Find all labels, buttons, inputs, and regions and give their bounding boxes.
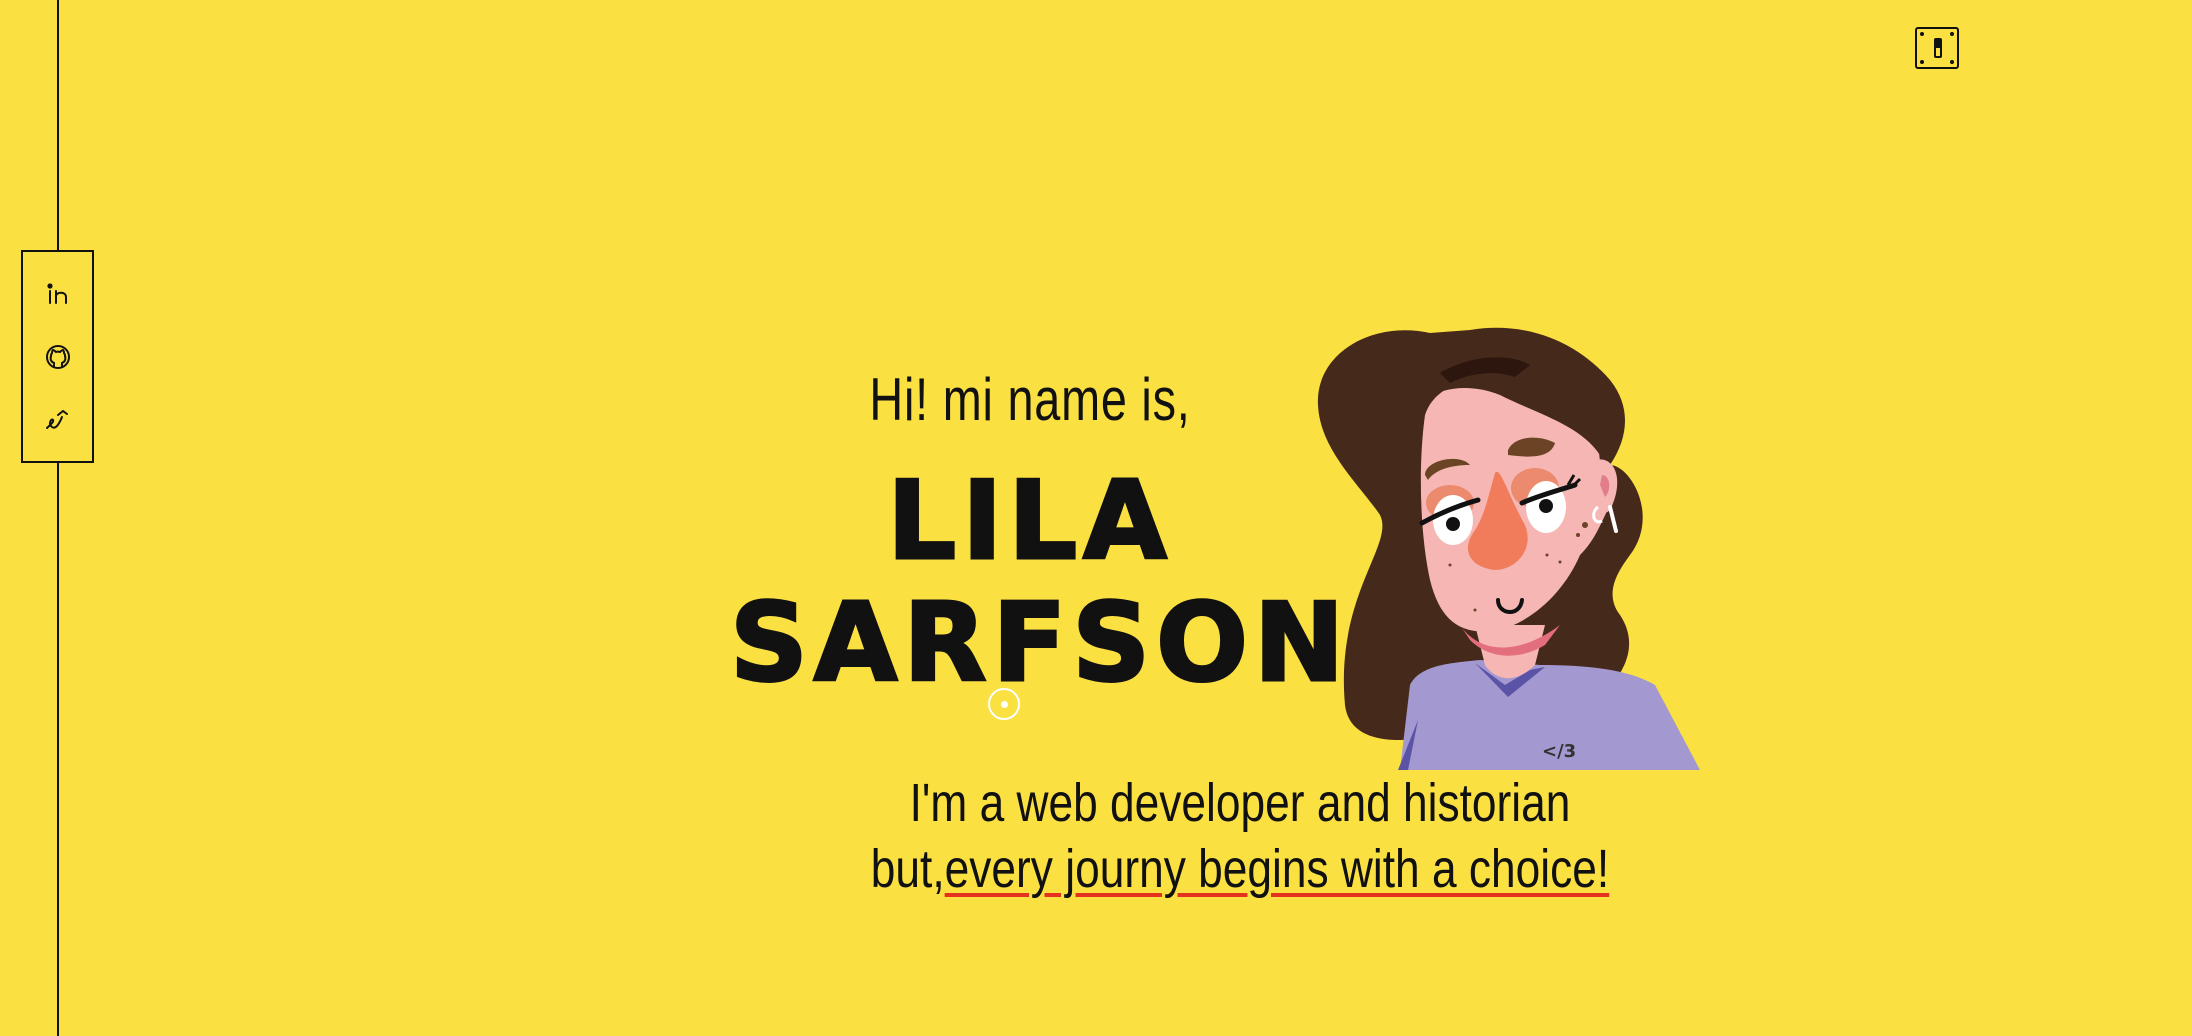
freckle [1545,553,1549,557]
right-pupil [1539,499,1553,513]
custom-cursor [988,688,1020,720]
greeting-text: Hi! mi name is, [869,366,1191,433]
social-links-panel [21,250,94,463]
last-name-title: SARFSON [729,581,1351,706]
linkedin-icon [46,282,67,304]
signature-icon [45,409,68,429]
tagline-text: I'm a web developer and historian but,ev… [830,770,1650,902]
left-pupil [1446,517,1460,531]
freckle [1576,533,1580,537]
first-name-title: LILA [886,459,1173,584]
light-switch-icon [1934,38,1942,58]
screw-dot [1950,32,1954,36]
freckle [1582,522,1588,528]
github-icon [45,344,70,369]
side-divider-line [57,0,59,1036]
screw-dot [1950,60,1954,64]
chin-dot [1473,608,1477,612]
hero-heading: Hi! mi name is, LILA SARFSON [729,366,1351,720]
portfolio-link[interactable] [38,400,78,440]
theme-toggle-switch[interactable] [1915,27,1959,69]
avatar-illustration: </3 [1317,327,1700,770]
linkedin-link[interactable] [38,274,78,314]
shirt-text: </3 [1542,741,1576,762]
screw-dot [1920,60,1924,64]
freckle [1558,560,1562,564]
github-link[interactable] [38,337,78,377]
freckle [1448,563,1452,567]
portfolio-page: Hi! mi name is, LILA SARFSON I'm a web d… [0,0,2192,1036]
screw-dot [1920,32,1924,36]
tagline-highlight: every journy begins with a choice! [944,839,1610,899]
